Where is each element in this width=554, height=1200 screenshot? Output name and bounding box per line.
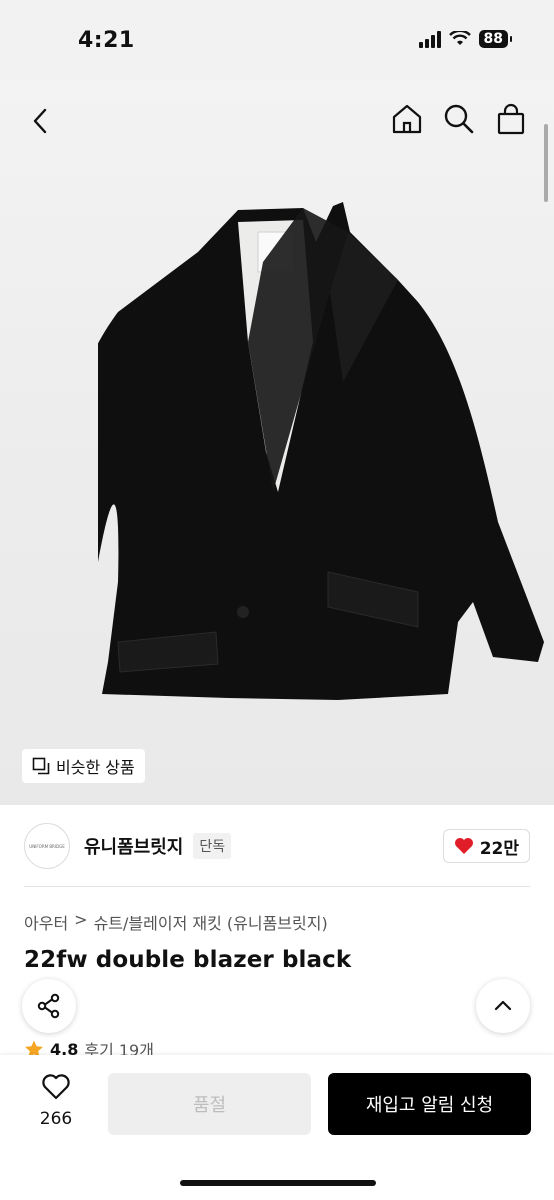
chevron-left-icon [33, 108, 47, 134]
back-button[interactable] [24, 104, 58, 138]
similar-items-icon [32, 757, 50, 775]
brand-logo-text: UNIFORM BRIDGE [29, 843, 65, 849]
search-icon [444, 104, 474, 134]
home-icon [392, 104, 422, 134]
chevron-up-icon [494, 1000, 512, 1011]
breadcrumb-category[interactable]: 아우터 [24, 910, 68, 934]
similar-products-label: 비슷한 상품 [56, 758, 135, 777]
divider [24, 886, 530, 887]
home-button[interactable] [390, 102, 424, 136]
scroll-to-top-button[interactable] [476, 979, 530, 1033]
search-button[interactable] [442, 102, 476, 136]
brand-row: UNIFORM BRIDGE 유니폼브릿지 단독 22만 [24, 822, 530, 870]
wifi-icon [448, 31, 471, 45]
breadcrumb: 아우터 > 슈트/블레이저 재킷 (유니폼브릿지) [24, 910, 328, 934]
brand-name[interactable]: 유니폼브릿지 [84, 833, 183, 859]
status-bar: 4:21 88 [0, 0, 554, 80]
heart-filled-icon [454, 838, 473, 854]
cellular-signal-icon [418, 30, 441, 48]
breadcrumb-separator: > [74, 910, 88, 929]
home-indicator[interactable] [180, 1180, 376, 1186]
scrollbar[interactable] [544, 124, 548, 202]
bottom-action-bar: 266 품절 재입고 알림 신청 [0, 1055, 554, 1200]
breadcrumb-subcategory[interactable]: 슈트/블레이저 재킷 (유니폼브릿지) [94, 910, 328, 934]
similar-products-button[interactable]: 비슷한 상품 [22, 749, 145, 783]
share-button[interactable] [22, 979, 76, 1033]
exclusive-badge: 단독 [193, 833, 232, 859]
product-title: 22fw double blazer black [24, 947, 352, 973]
brand-logo[interactable]: UNIFORM BRIDGE [24, 823, 70, 869]
product-image-blazer [98, 202, 544, 700]
wishlist-count: 266 [39, 1109, 73, 1129]
brand-like-button[interactable]: 22만 [442, 829, 530, 863]
brand-like-count: 22만 [479, 838, 519, 859]
restock-alert-button[interactable]: 재입고 알림 신청 [328, 1073, 531, 1135]
header-actions [390, 102, 528, 136]
sold-out-button: 품절 [108, 1073, 311, 1135]
battery-indicator: 88 [478, 30, 513, 48]
wishlist-button[interactable]: 266 [28, 1073, 84, 1129]
cart-button[interactable] [494, 102, 528, 136]
heart-outline-icon [42, 1074, 70, 1100]
status-time: 4:21 [78, 28, 135, 53]
status-icons: 88 [418, 30, 513, 48]
product-image-gallery[interactable]: 비슷한 상품 [0, 80, 554, 805]
share-icon [37, 993, 60, 1019]
shopping-bag-icon [497, 103, 525, 135]
